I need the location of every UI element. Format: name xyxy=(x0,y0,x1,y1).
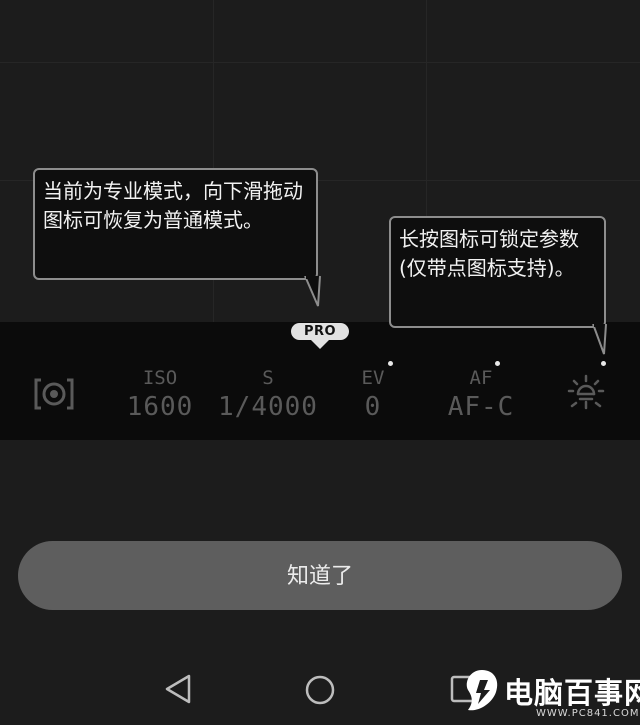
camera-screen: 当前为专业模式，向下滑拖动图标可恢复为普通模式。 长按图标可锁定参数 (仅带点图… xyxy=(0,0,640,725)
pro-mode-tooltip: 当前为专业模式，向下滑拖动图标可恢复为普通模式。 xyxy=(33,168,318,280)
iso-label: ISO xyxy=(142,367,178,389)
viewfinder-grid-line xyxy=(0,62,640,63)
shutter-control[interactable]: S 1/4000 xyxy=(218,366,318,424)
pro-mode-badge[interactable]: PRO xyxy=(291,323,349,340)
shutter-label: S xyxy=(262,367,274,389)
pro-badge-pointer-icon xyxy=(311,340,329,349)
got-it-button[interactable]: 知道了 xyxy=(18,541,622,610)
lock-params-tooltip: 长按图标可锁定参数 (仅带点图标支持)。 xyxy=(389,216,606,328)
lockable-dot-icon xyxy=(388,361,393,366)
ev-control[interactable]: EV 0 xyxy=(340,366,406,424)
iso-value: 1600 xyxy=(126,392,194,422)
tooltip-tail-icon xyxy=(592,324,607,355)
pro-mode-tooltip-text: 当前为专业模式，向下滑拖动图标可恢复为普通模式。 xyxy=(43,179,303,232)
ev-label: EV xyxy=(361,367,385,389)
watermark-logo-icon xyxy=(466,670,498,711)
af-control[interactable]: AF AF-C xyxy=(436,366,526,424)
iso-control[interactable]: ISO 1600 xyxy=(118,366,202,424)
shutter-value: 1/4000 xyxy=(218,392,318,422)
triangle-back-icon[interactable] xyxy=(163,673,193,705)
lock-params-tooltip-text: 长按图标可锁定参数 (仅带点图标支持)。 xyxy=(399,227,579,280)
watermark-url: WWW.PC841.COM xyxy=(536,708,640,719)
tooltip-tail-icon xyxy=(304,276,321,307)
af-value: AF-C xyxy=(447,392,515,422)
watermark-brand: 电脑百事网 xyxy=(504,676,640,710)
watermark: 电脑百事网 WWW.PC841.COM xyxy=(462,664,640,722)
lockable-dot-icon xyxy=(601,361,606,366)
circle-home-icon[interactable] xyxy=(303,673,337,707)
ev-value: 0 xyxy=(364,392,382,422)
light-bulb-icon[interactable] xyxy=(566,374,606,414)
metering-mode-icon[interactable] xyxy=(33,377,75,411)
af-label: AF xyxy=(469,367,493,389)
lockable-dot-icon xyxy=(495,361,500,366)
